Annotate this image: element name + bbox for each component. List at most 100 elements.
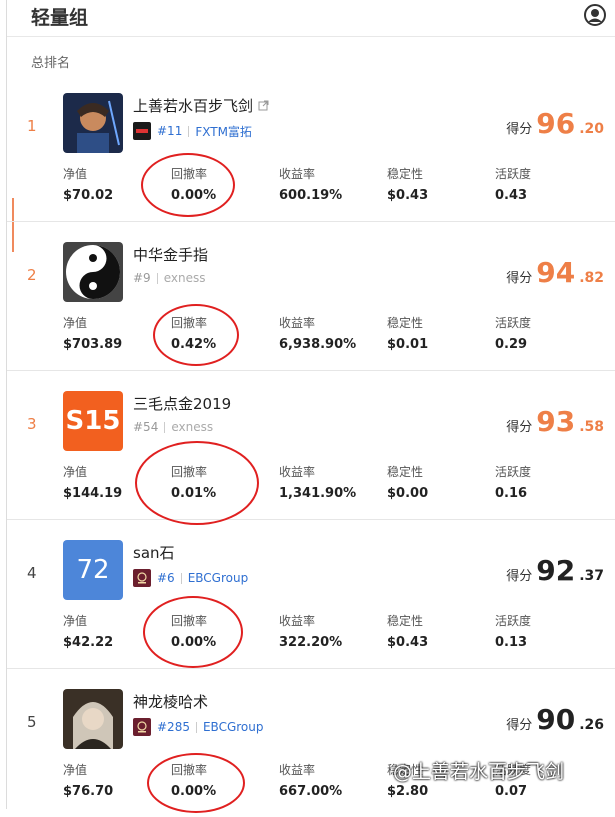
broker-name[interactable]: exness [164, 271, 206, 285]
user-name[interactable]: 神龙棱哈术 [133, 691, 208, 712]
avatar[interactable]: 72 [63, 540, 123, 600]
user-name-label: 上善若水百步飞剑 [133, 97, 254, 115]
metric-drawdown: 回撤率 0.01% [171, 463, 216, 501]
score: 得分 93 .58 [506, 405, 604, 438]
broker-name[interactable]: exness [171, 420, 213, 434]
account-number[interactable]: #9 [133, 271, 151, 285]
metric-label: 净值 [63, 167, 88, 181]
broker-name[interactable]: EBCGroup [188, 571, 249, 585]
metric-label: 稳定性 [387, 316, 424, 330]
metric-return: 收益率 667.00% [279, 761, 342, 799]
ranking-row[interactable]: 1 上善若水百步飞剑 #11 FXTM富拓 得分 96 .20 净值 $70.0… [7, 73, 615, 222]
metric-nav: 净值 $42.22 [63, 612, 113, 650]
user-name[interactable]: 上善若水百步飞剑 [133, 95, 269, 116]
metric-label: 净值 [63, 763, 88, 777]
metric-value: $0.43 [387, 188, 429, 203]
score-label: 得分 [506, 122, 533, 137]
metric-value: 600.19% [279, 188, 343, 203]
account-meta: #54 exness [133, 420, 213, 434]
metric-value: $0.01 [387, 337, 429, 352]
divider [156, 272, 158, 284]
metric-activity: 活跃度 0.43 [495, 165, 531, 203]
metric-value: 0.43 [495, 188, 528, 203]
metric-value: $703.89 [63, 337, 123, 352]
score-integer: 94 [536, 256, 576, 289]
metric-label: 稳定性 [387, 465, 424, 479]
metric-label: 回撤率 [171, 167, 208, 181]
account-meta: #6 EBCGroup [133, 569, 248, 587]
score-integer: 92 [536, 554, 576, 587]
broker-logo [133, 569, 151, 587]
user-name-label: san石 [133, 544, 175, 562]
ranking-row[interactable]: 3 S15 三毛点金2019 #54 exness 得分 93 .58 净值 $… [7, 371, 615, 525]
metric-label: 收益率 [279, 316, 316, 330]
metric-value: 0.29 [495, 337, 528, 352]
metric-drawdown: 回撤率 0.00% [171, 612, 216, 650]
score: 得分 94 .82 [506, 256, 604, 289]
account-number[interactable]: #54 [133, 420, 158, 434]
avatar[interactable] [63, 242, 123, 302]
broker-name[interactable]: FXTM富拓 [195, 123, 252, 140]
metric-activity: 活跃度 0.16 [495, 463, 531, 501]
metric-label: 回撤率 [171, 614, 208, 628]
user-name[interactable]: 三毛点金2019 [133, 393, 231, 414]
metric-label: 稳定性 [387, 614, 424, 628]
metric-label: 回撤率 [171, 465, 208, 479]
score-integer: 90 [536, 703, 576, 736]
avatar[interactable] [63, 689, 123, 749]
ranking-row[interactable]: 4 72 san石 #6 EBCGroup 得分 92 .37 净值 $42.2… [7, 520, 615, 669]
metric-return: 收益率 1,341.90% [279, 463, 356, 501]
metric-stability: 稳定性 $0.43 [387, 165, 428, 203]
score-label: 得分 [506, 718, 533, 733]
rank-number: 2 [27, 266, 37, 284]
metric-value: 0.16 [495, 486, 528, 501]
user-name[interactable]: 中华金手指 [133, 244, 208, 265]
metric-stability: 稳定性 $0.43 [387, 612, 428, 650]
divider [180, 572, 182, 584]
ranking-row[interactable]: 5 神龙棱哈术 #285 EBCGroup 得分 90 .26 净值 $76.7… [7, 669, 615, 817]
metric-value: 0.00% [171, 635, 217, 650]
divider [188, 125, 190, 137]
metric-stability: 稳定性 $0.01 [387, 314, 428, 352]
ranking-row[interactable]: 2 中华金手指 #9 exness 得分 94 .82 净值 $703.89 回… [7, 222, 615, 371]
metric-label: 净值 [63, 316, 88, 330]
account-number[interactable]: #6 [157, 571, 175, 585]
metric-label: 活跃度 [495, 465, 532, 479]
score-label: 得分 [506, 271, 533, 286]
account-meta: #9 exness [133, 271, 205, 285]
score-label: 得分 [506, 569, 533, 584]
account-number[interactable]: #285 [157, 720, 190, 734]
score-decimal: .37 [579, 568, 604, 584]
avatar[interactable]: S15 [63, 391, 123, 451]
metric-label: 收益率 [279, 614, 316, 628]
account-number[interactable]: #11 [157, 124, 182, 138]
metric-label: 收益率 [279, 465, 316, 479]
score-label: 得分 [506, 420, 533, 435]
user-name-label: 三毛点金2019 [133, 395, 232, 413]
metric-return: 收益率 322.20% [279, 612, 342, 650]
metric-value: 6,938.90% [279, 337, 357, 352]
avatar[interactable] [63, 93, 123, 153]
metric-label: 活跃度 [495, 316, 532, 330]
metric-label: 收益率 [279, 763, 316, 777]
metric-label: 稳定性 [387, 167, 424, 181]
user-name-label: 中华金手指 [133, 246, 209, 264]
metric-nav: 净值 $703.89 [63, 314, 122, 352]
metric-value: $0.00 [387, 486, 429, 501]
account-meta: #285 EBCGroup [133, 718, 263, 736]
rank-number: 5 [27, 713, 37, 731]
score: 得分 90 .26 [506, 703, 604, 736]
divider [195, 721, 197, 733]
score-decimal: .82 [579, 270, 604, 286]
broker-name[interactable]: EBCGroup [203, 720, 264, 734]
metric-activity: 活跃度 0.29 [495, 314, 531, 352]
metric-value: 0.13 [495, 635, 528, 650]
metric-value: 0.42% [171, 337, 217, 352]
user-circle-icon[interactable] [584, 4, 606, 26]
metric-nav: 净值 $70.02 [63, 165, 113, 203]
metric-label: 活跃度 [495, 614, 532, 628]
divider [164, 421, 166, 433]
user-name[interactable]: san石 [133, 542, 175, 563]
external-link-icon[interactable] [258, 100, 269, 111]
metric-label: 回撤率 [171, 316, 208, 330]
